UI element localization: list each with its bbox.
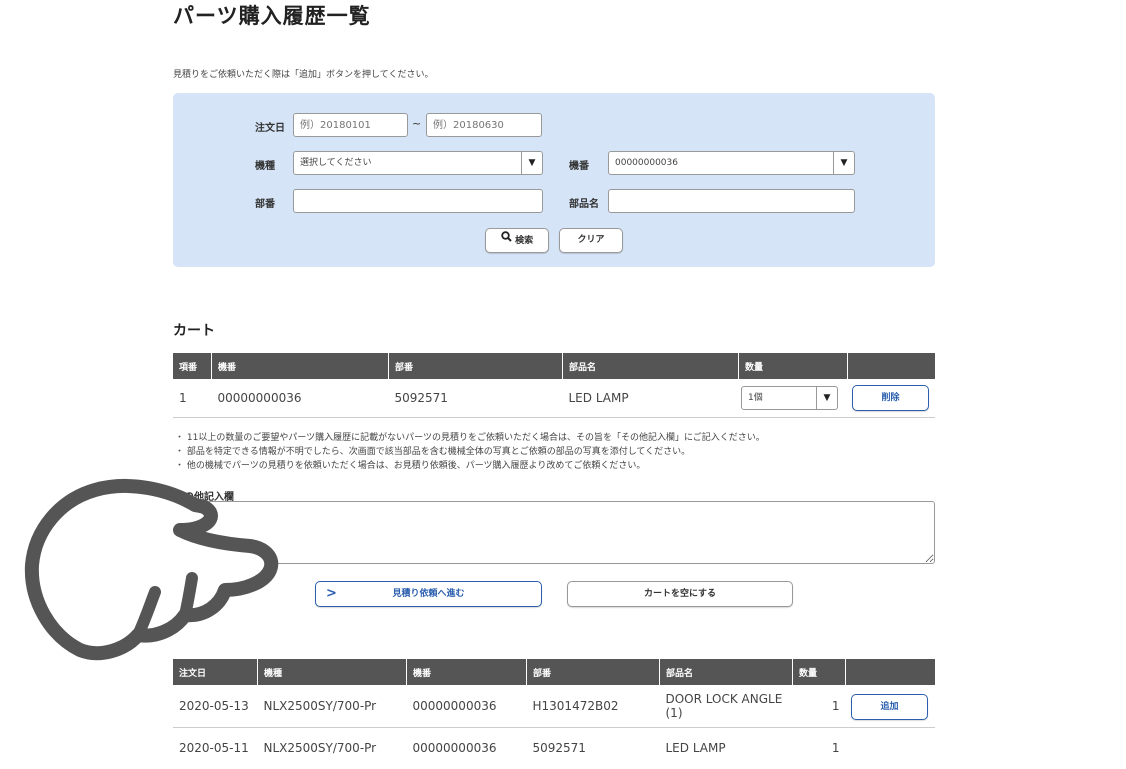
cart-col-action bbox=[847, 353, 935, 379]
intro-text: 見積りをご依頼いただく際は「追加」ボタンを押してください。 bbox=[173, 70, 434, 80]
history-cell-part-name: LED LAMP bbox=[665, 741, 726, 756]
delete-button[interactable]: 削除 bbox=[852, 385, 929, 411]
chevron-down-icon: ▼ bbox=[833, 152, 854, 174]
cart-cell-part-name: LED LAMP bbox=[568, 390, 629, 405]
history-col-qty: 数量 bbox=[792, 659, 846, 685]
part-no-input[interactable] bbox=[293, 189, 543, 213]
date-from-input[interactable] bbox=[293, 113, 408, 137]
empty-cart-button[interactable]: カートを空にする bbox=[567, 581, 793, 607]
cart-col-part-name: 部品名 bbox=[562, 353, 739, 379]
search-panel bbox=[173, 93, 935, 267]
clear-button[interactable]: クリア bbox=[559, 228, 623, 253]
model-select[interactable]: 選択してください ▼ bbox=[293, 151, 543, 175]
date-range-tilde: ~ bbox=[412, 117, 422, 130]
table-row: 2020-05-11 NLX2500SY/700-Pr 00000000036 … bbox=[173, 727, 935, 769]
history-cell-date: 2020-05-11 bbox=[179, 741, 249, 756]
table-row: 2020-05-13 NLX2500SY/700-Pr 00000000036 … bbox=[173, 685, 935, 727]
history-cell-machine-no: 00000000036 bbox=[412, 698, 497, 713]
qty-select-value: 1個 bbox=[748, 393, 763, 403]
history-cell-model: NLX2500SY/700-Pr bbox=[263, 698, 377, 713]
proceed-button[interactable]: > 見積り依頼へ進む bbox=[315, 581, 542, 607]
cart-notes: 11以上の数量のご要望やパーツ購入履歴に記載がないパーツの見積りをご依頼いただく… bbox=[175, 431, 765, 473]
qty-select[interactable]: 1個 ▼ bbox=[741, 386, 838, 410]
part-no-label: 部番 bbox=[255, 199, 275, 210]
list-item: 部品を特定できる情報が不明でしたら、次画面で該当部品を含む機械全体の写真とご依頼… bbox=[175, 445, 765, 459]
machine-no-select-value: 00000000036 bbox=[615, 158, 678, 168]
history-col-machine-no: 機番 bbox=[406, 659, 527, 685]
chevron-down-icon: ▼ bbox=[521, 152, 542, 174]
cart-col-machine-no: 機番 bbox=[211, 353, 389, 379]
chevron-right-icon: > bbox=[326, 586, 337, 601]
history-cell-qty: 1 bbox=[831, 741, 840, 756]
search-button[interactable]: 検索 bbox=[485, 228, 549, 253]
history-col-part-no: 部番 bbox=[526, 659, 660, 685]
history-cell-qty: 1 bbox=[831, 698, 840, 713]
pointing-hand-icon bbox=[24, 478, 279, 661]
machine-no-select[interactable]: 00000000036 ▼ bbox=[608, 151, 855, 175]
history-col-action bbox=[845, 659, 935, 685]
machine-no-label: 機番 bbox=[569, 161, 589, 172]
date-to-input[interactable] bbox=[426, 113, 542, 137]
search-icon bbox=[501, 229, 512, 252]
history-cell-part-no: 5092571 bbox=[532, 741, 586, 756]
cart-cell-machine-no: 00000000036 bbox=[217, 390, 302, 405]
proceed-button-label: 見積り依頼へ進む bbox=[392, 589, 465, 599]
history-cell-part-no: H1301472B02 bbox=[532, 698, 619, 713]
chevron-down-icon: ▼ bbox=[816, 387, 837, 409]
list-item: 11以上の数量のご要望やパーツ購入履歴に記載がないパーツの見積りをご依頼いただく… bbox=[175, 431, 765, 445]
page-title: パーツ購入履歴一覧 bbox=[173, 4, 371, 28]
history-cell-date: 2020-05-13 bbox=[179, 698, 249, 713]
part-name-input[interactable] bbox=[608, 189, 855, 213]
cart-cell-no: 1 bbox=[179, 390, 187, 405]
cart-col-qty: 数量 bbox=[738, 353, 848, 379]
add-button[interactable]: 追加 bbox=[851, 694, 928, 720]
history-cell-model: NLX2500SY/700-Pr bbox=[263, 741, 377, 756]
history-cell-machine-no: 00000000036 bbox=[412, 741, 497, 756]
order-date-label: 注文日 bbox=[255, 123, 285, 134]
cart-heading: カート bbox=[173, 323, 215, 339]
history-col-part-name: 部品名 bbox=[659, 659, 793, 685]
cart-col-no: 項番 bbox=[173, 353, 212, 379]
model-label: 機種 bbox=[255, 161, 275, 172]
search-button-label: 検索 bbox=[515, 236, 534, 246]
cart-col-part-no: 部番 bbox=[388, 353, 563, 379]
history-table: 注文日 機種 機番 部番 部品名 数量 2020-05-13 NLX2500SY… bbox=[173, 659, 935, 769]
model-select-value: 選択してください bbox=[300, 158, 372, 168]
cart-cell-part-no: 5092571 bbox=[394, 390, 448, 405]
part-name-label: 部品名 bbox=[569, 199, 599, 210]
history-cell-part-name: DOOR LOCK ANGLE (1) bbox=[665, 691, 783, 720]
